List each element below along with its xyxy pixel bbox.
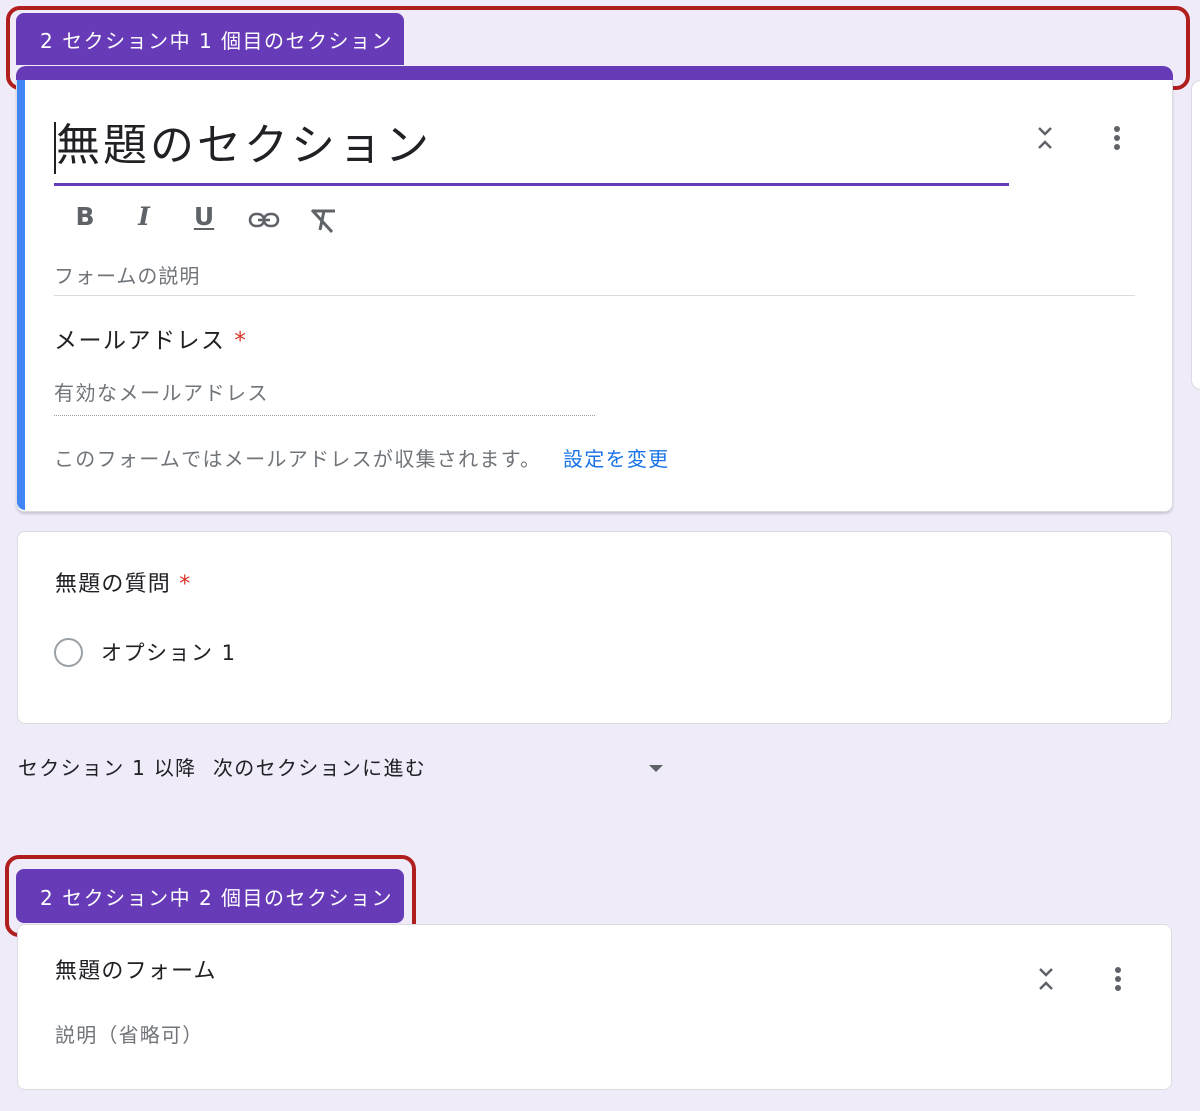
email-input[interactable]: 有効なメールアドレス: [54, 374, 595, 416]
question-card[interactable]: 無題の質問 * オプション 1: [17, 531, 1172, 724]
underline-button[interactable]: U: [190, 202, 218, 236]
section1-tab: 2 セクション中 1 個目のセクション: [16, 13, 404, 65]
section1-title-input[interactable]: 無題のセクション: [54, 110, 1009, 186]
option-label: オプション 1: [101, 641, 237, 665]
after-section-value: 次のセクションに進む: [213, 756, 426, 780]
section2-tab: 2 セクション中 2 個目のセクション: [16, 869, 404, 923]
after-section-label: セクション 1 以降: [18, 752, 196, 784]
option-row[interactable]: オプション 1: [54, 634, 237, 670]
email-question-title: メールアドレス *: [54, 324, 247, 358]
question-title: 無題の質問: [55, 572, 172, 597]
email-placeholder: 有効なメールアドレス: [54, 381, 269, 405]
after-section-dropdown[interactable]: 次のセクションに進む: [213, 752, 673, 784]
after-section-label-text: セクション 1 以降: [18, 756, 197, 780]
more-vert-icon: [1115, 967, 1121, 991]
focus-bar: [17, 80, 25, 510]
link-button[interactable]: [246, 204, 282, 236]
radio-icon[interactable]: [54, 637, 83, 667]
change-settings-link[interactable]: 設定を変更: [563, 447, 670, 471]
bold-icon: B: [75, 202, 95, 231]
section2-tab-label: 2 セクション中 2 個目のセクション: [40, 885, 394, 910]
italic-button[interactable]: I: [131, 202, 157, 236]
italic-icon: I: [138, 202, 150, 231]
section1-collapse-button[interactable]: [1025, 118, 1065, 158]
section1-tab-label: 2 セクション中 1 個目のセクション: [40, 28, 394, 53]
section1-more-button[interactable]: [1097, 118, 1137, 158]
side-toolbar-edge: [1191, 80, 1200, 390]
required-asterisk: *: [234, 328, 248, 354]
section1-description-placeholder: フォームの説明: [54, 264, 201, 288]
email-notice-text: このフォームではメールアドレスが収集されます。: [54, 447, 542, 471]
section2-more-button[interactable]: [1098, 959, 1138, 999]
underline-icon: U: [193, 202, 215, 231]
email-question-label: メールアドレス: [54, 328, 226, 354]
collapse-icon: [1039, 968, 1053, 990]
section2-description-placeholder[interactable]: 説明（省略可）: [55, 1019, 203, 1051]
section1-title: 無題のセクション: [56, 120, 432, 171]
question-title-row: 無題の質問 *: [55, 568, 191, 602]
clear-format-button[interactable]: [306, 204, 340, 236]
section2-collapse-button[interactable]: [1026, 959, 1066, 999]
section1-description-input[interactable]: フォームの説明: [54, 256, 1135, 296]
email-notice: このフォームではメールアドレスが収集されます。 設定を変更: [54, 442, 669, 476]
link-icon: [248, 212, 280, 228]
dropdown-arrow-icon: [649, 765, 663, 772]
bold-button[interactable]: B: [72, 202, 98, 236]
collapse-icon: [1038, 127, 1052, 149]
more-vert-icon: [1114, 126, 1120, 150]
section2-title[interactable]: 無題のフォーム: [55, 955, 217, 989]
clear-format-icon: [310, 208, 335, 234]
question-required-asterisk: *: [179, 572, 192, 597]
section2-card[interactable]: 無題のフォーム 説明（省略可）: [17, 924, 1172, 1090]
